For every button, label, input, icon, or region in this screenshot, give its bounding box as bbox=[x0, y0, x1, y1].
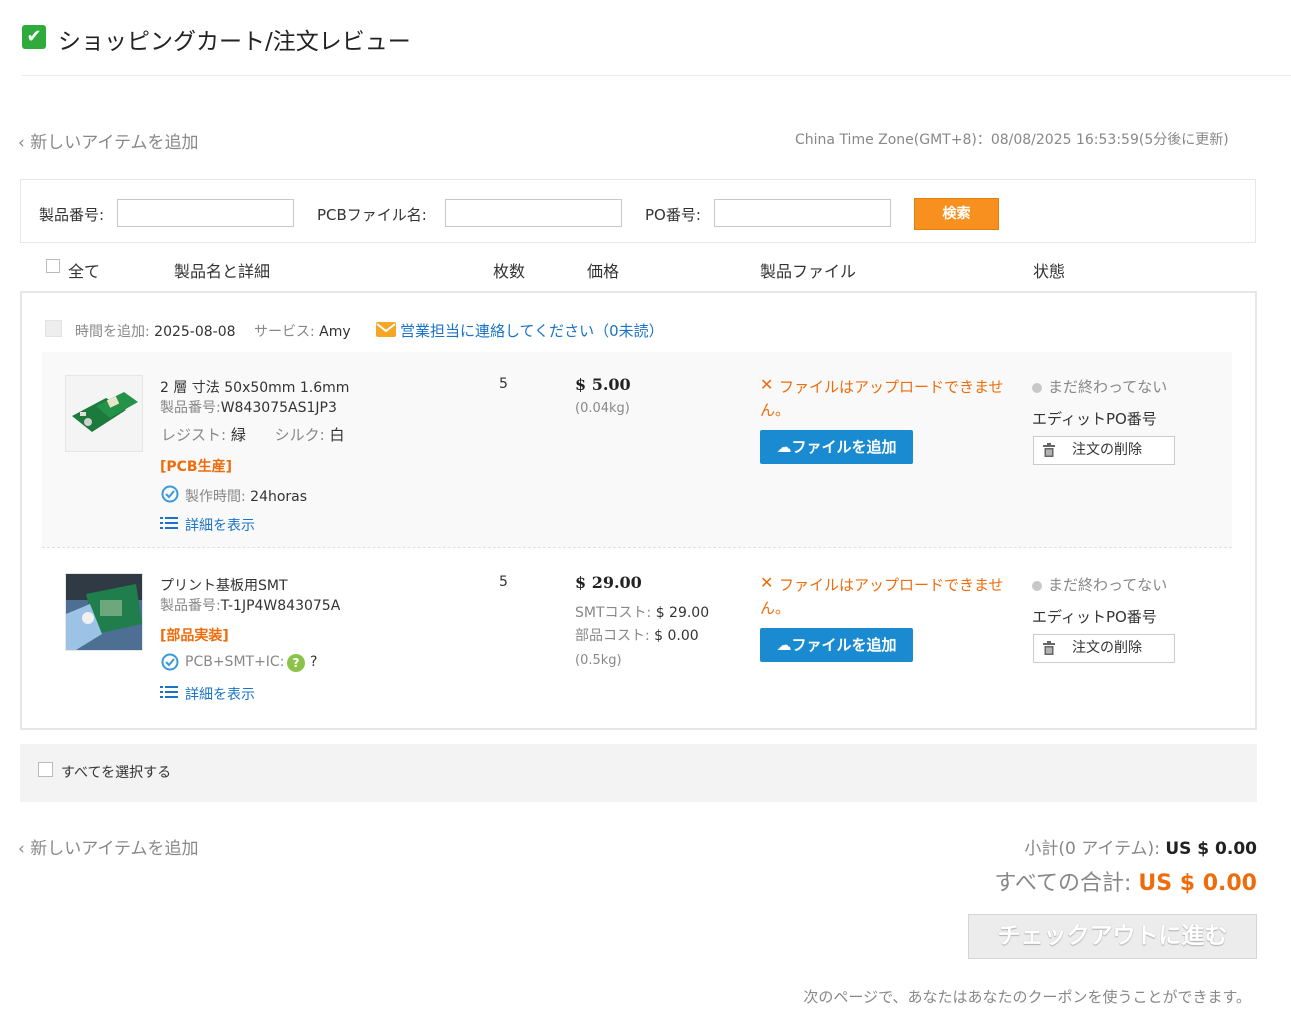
item-1-title: 2 層 寸法 50x50mm 1.6mm bbox=[160, 380, 350, 396]
item-1-weight: (0.04kg) bbox=[575, 401, 630, 416]
item-2-spec-value: ? bbox=[310, 654, 318, 670]
select-all-checkbox-top[interactable] bbox=[46, 259, 60, 273]
product-no-label: 製品番号: bbox=[39, 206, 105, 224]
item-2-add-file-button[interactable]: ☁ファイルを追加 bbox=[760, 628, 913, 662]
contact-sales-link[interactable]: 営業担当に連絡してください（0未読） bbox=[400, 320, 664, 341]
item-1-product-no: 製品番号:W843075AS1JP3 bbox=[160, 400, 337, 416]
item-2-price: $ 29.00 bbox=[575, 573, 642, 592]
page-title: ショッピングカート/注文レビュー bbox=[58, 29, 411, 55]
group-checkbox[interactable] bbox=[45, 320, 62, 337]
cloud-upload-icon: ☁ bbox=[776, 438, 792, 456]
list-icon bbox=[160, 685, 178, 699]
po-label: PO番号: bbox=[645, 206, 701, 224]
item-2-qty: 5 bbox=[499, 574, 508, 590]
pcb-file-input[interactable] bbox=[445, 199, 622, 227]
item-1-details-link[interactable]: 詳細を表示 bbox=[185, 515, 255, 535]
item-2-spec: PCB+SMT+IC: bbox=[185, 654, 285, 670]
item-2-title: プリント基板用SMT bbox=[160, 578, 288, 594]
item-1-file-error: ファイルはアップロードできませ bbox=[779, 378, 1004, 396]
item-1-add-file-button[interactable]: ☁ファイルを追加 bbox=[760, 430, 913, 464]
item-2-file-error-2: ん。 bbox=[760, 599, 791, 617]
item-1-edit-po-link[interactable]: エディットPO番号 bbox=[1032, 408, 1157, 429]
clock-cycle-icon bbox=[160, 653, 180, 671]
row-divider bbox=[42, 547, 1232, 548]
grand-total: すべての合計: US $ 0.00 bbox=[994, 871, 1257, 896]
item-2-edit-po-link[interactable]: エディットPO番号 bbox=[1032, 606, 1157, 627]
subtotal: 小計(0 アイテム): US $ 0.00 bbox=[1024, 839, 1257, 859]
check-icon: ✔ bbox=[22, 25, 46, 49]
pcb-product-image[interactable] bbox=[65, 375, 143, 452]
header-divider bbox=[22, 75, 1291, 76]
add-item-link-top[interactable]: ‹ 新しいアイテムを追加 bbox=[18, 128, 199, 153]
item-1-time: 製作時間: 24horas bbox=[185, 489, 308, 505]
product-no-input[interactable] bbox=[117, 199, 294, 227]
col-file: 製品ファイル bbox=[760, 262, 857, 281]
mail-icon bbox=[376, 322, 396, 337]
item-2-smt-cost: SMTコスト: $ 29.00 bbox=[575, 605, 710, 621]
col-status: 状態 bbox=[1033, 262, 1066, 281]
select-all-label[interactable]: すべてを選択する bbox=[61, 762, 171, 782]
item-1-price: $ 5.00 bbox=[575, 375, 631, 394]
item-2-file-error: ファイルはアップロードできませ bbox=[779, 576, 1004, 594]
pcb-file-label: PCBファイル名: bbox=[317, 206, 427, 224]
error-x-icon: ✕ bbox=[760, 375, 774, 394]
group-meta: 時間を追加: 2025-08-08 サービス: Amy bbox=[75, 324, 351, 340]
search-button[interactable]: 検索 bbox=[914, 198, 999, 230]
item-2-status: まだ終わってない bbox=[1032, 574, 1167, 595]
item-1-status: まだ終わってない bbox=[1032, 376, 1167, 397]
col-price: 価格 bbox=[587, 262, 620, 281]
coupon-note: 次のページで、あなたはあなたのクーポンを使うことができます。 bbox=[803, 988, 1251, 1006]
item-1-resist-silk: レジスト: 緑 シルク: 白 bbox=[161, 426, 345, 444]
col-qty: 枚数 bbox=[493, 262, 526, 281]
trash-icon bbox=[1043, 443, 1055, 457]
item-1-delete-button[interactable]: 注文の削除 bbox=[1033, 436, 1175, 465]
item-2-delete-button[interactable]: 注文の削除 bbox=[1033, 634, 1175, 663]
po-input[interactable] bbox=[714, 199, 891, 227]
col-all: 全て bbox=[68, 262, 101, 281]
item-1-file-error-2: ん。 bbox=[760, 401, 791, 419]
select-all-checkbox[interactable] bbox=[38, 762, 53, 777]
select-all-bar bbox=[20, 744, 1257, 802]
item-1-tag: [PCB生産] bbox=[160, 459, 233, 475]
status-dot-icon bbox=[1032, 580, 1042, 591]
checkout-button[interactable]: チェックアウトに進む bbox=[968, 914, 1257, 959]
item-2-details-link[interactable]: 詳細を表示 bbox=[185, 684, 255, 704]
item-1-qty: 5 bbox=[499, 376, 508, 392]
status-dot-icon bbox=[1032, 382, 1042, 393]
list-icon bbox=[160, 516, 178, 530]
item-2-product-no: 製品番号:T-1JP4W843075A bbox=[160, 598, 341, 614]
item-2-weight: (0.5kg) bbox=[575, 653, 622, 668]
cloud-upload-icon: ☁ bbox=[776, 636, 792, 654]
timezone-clock: China Time Zone(GMT+8)：08/08/2025 16:53:… bbox=[795, 132, 1229, 148]
item-2-tag: [部品実装] bbox=[160, 628, 229, 644]
clock-cycle-icon bbox=[160, 485, 180, 503]
trash-icon bbox=[1043, 641, 1055, 655]
col-name: 製品名と詳細 bbox=[174, 262, 271, 281]
help-icon[interactable]: ? bbox=[287, 654, 305, 672]
item-2-parts-cost: 部品コスト: $ 0.00 bbox=[575, 628, 699, 644]
smt-product-image[interactable] bbox=[65, 573, 143, 651]
error-x-icon: ✕ bbox=[760, 573, 774, 592]
add-item-link-bottom[interactable]: ‹ 新しいアイテムを追加 bbox=[18, 834, 199, 859]
